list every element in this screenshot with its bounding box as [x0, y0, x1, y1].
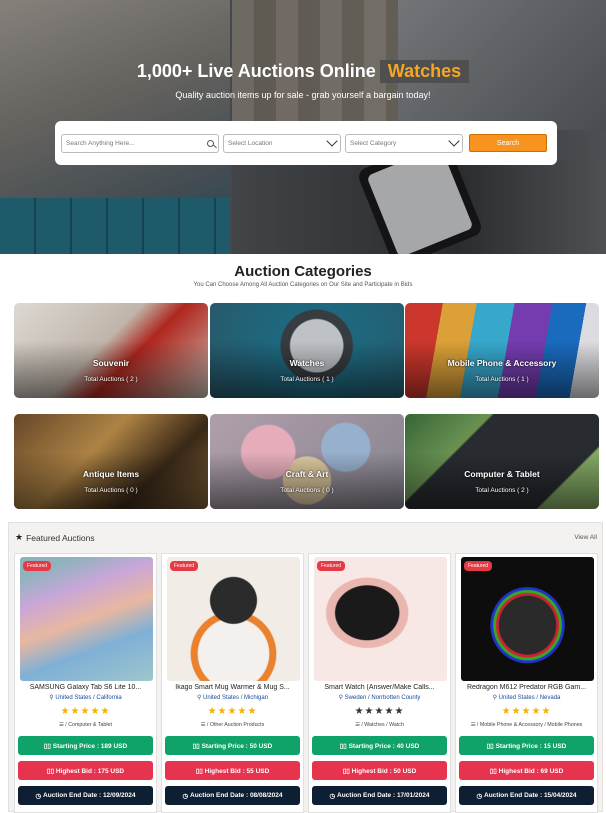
categories-title: Auction Categories	[234, 263, 372, 280]
search-button[interactable]: Search	[469, 134, 547, 152]
rating-stars: ★★★★★	[207, 706, 258, 717]
category-card-souvenir[interactable]: Souvenir Total Auctions ( 2 )	[14, 303, 208, 398]
hero-title: 1,000+ Live Auctions Online Watches	[0, 60, 606, 83]
starting-price: ▯▯ Starting Price : 50 USD	[165, 736, 300, 755]
category-name: Craft & Art	[285, 469, 329, 479]
category-card-antique[interactable]: Antique Items Total Auctions ( 0 )	[14, 414, 208, 509]
auction-card[interactable]: Featured Smart Watch (Answer/Make Calls.…	[308, 553, 451, 813]
highest-bid: ▯▯ Highest Bid : 50 USD	[312, 761, 447, 780]
featured-auctions-section: ★ Featured Auctions View All Featured SA…	[8, 522, 603, 813]
category-name: Watches	[289, 358, 325, 368]
starting-price: ▯▯ Starting Price : 40 USD	[312, 736, 447, 755]
auction-card[interactable]: Featured Redragon M612 Predator RGB Gam.…	[455, 553, 598, 813]
auction-location: ⚲ United States / Michigan	[196, 695, 269, 701]
featured-title: ★ Featured Auctions	[15, 532, 95, 543]
starting-price: ▯▯ Starting Price : 15 USD	[459, 736, 594, 755]
auction-category: ☰ / Mobile Phone & Accessory / Mobile Ph…	[470, 722, 583, 728]
auction-location: ⚲ United States / California	[49, 695, 122, 701]
highest-bid: ▯▯ Highest Bid : 69 USD	[459, 761, 594, 780]
hero-banner: 1,000+ Live Auctions Online Watches Quali…	[0, 0, 606, 254]
category-card-computer-tablet[interactable]: Computer & Tablet Total Auctions ( 2 )	[405, 414, 599, 509]
hero-rotating-word: Watches	[379, 60, 470, 83]
auction-location: ⚲ United States / Nevada	[492, 695, 561, 701]
search-icon	[207, 139, 214, 147]
featured-badge: Featured	[464, 561, 493, 571]
auction-category: ☰ / Computer & Tablet	[59, 722, 112, 728]
category-card-craft-art[interactable]: Craft & Art Total Auctions ( 0 )	[210, 414, 404, 509]
category-count: Total Auctions ( 0 )	[280, 487, 334, 494]
auction-image[interactable]: Featured	[167, 557, 300, 681]
auction-end-date: ◷ Auction End Date : 15/04/2024	[459, 786, 594, 805]
category-count: Total Auctions ( 1 )	[280, 376, 334, 383]
auction-end-date: ◷ Auction End Date : 08/08/2024	[165, 786, 300, 805]
category-name: Mobile Phone & Accessory	[447, 358, 557, 368]
auction-location: ⚲ Sweden / Norrbotten County	[338, 695, 421, 701]
auction-image[interactable]: Featured	[20, 557, 153, 681]
category-count: Total Auctions ( 0 )	[84, 487, 138, 494]
featured-badge: Featured	[23, 561, 52, 571]
search-bar: Search Anything Here... Select Location …	[55, 121, 557, 165]
auction-title[interactable]: Redragon M612 Predator RGB Gam...	[460, 684, 593, 691]
auction-end-date: ◷ Auction End Date : 12/09/2024	[18, 786, 153, 805]
category-name: Antique Items	[82, 469, 140, 479]
location-select[interactable]: Select Location	[223, 133, 341, 153]
hero-subtitle: Quality auction items up for sale - grab…	[175, 90, 431, 100]
auction-title[interactable]: Ikago Smart Mug Warmer & Mug S...	[166, 684, 299, 691]
category-count: Total Auctions ( 2 )	[475, 487, 529, 494]
rating-stars: ★★★★★	[501, 706, 552, 717]
search-input[interactable]: Search Anything Here...	[61, 133, 219, 153]
auction-image[interactable]: Featured	[461, 557, 594, 681]
category-card-mobile-phone[interactable]: Mobile Phone & Accessory Total Auctions …	[405, 303, 599, 398]
rating-stars: ★★★★★	[354, 706, 405, 717]
rating-stars: ★★★★★	[60, 706, 111, 717]
starting-price: ▯▯ Starting Price : 189 USD	[18, 736, 153, 755]
categories-subtitle: You Can Choose Among All Auction Categor…	[193, 282, 413, 288]
auction-card[interactable]: Featured Ikago Smart Mug Warmer & Mug S.…	[161, 553, 304, 813]
chevron-down-icon	[448, 135, 460, 147]
auction-image[interactable]: Featured	[314, 557, 447, 681]
category-name: Souvenir	[92, 358, 130, 368]
featured-badge: Featured	[317, 561, 346, 571]
star-icon: ★	[15, 532, 24, 542]
highest-bid: ▯▯ Highest Bid : 175 USD	[18, 761, 153, 780]
auction-category: ☰ / Watches / Watch	[355, 722, 404, 728]
category-name: Computer & Tablet	[464, 469, 540, 479]
category-count: Total Auctions ( 2 )	[84, 376, 138, 383]
auction-end-date: ◷ Auction End Date : 17/01/2024	[312, 786, 447, 805]
auction-title[interactable]: SAMSUNG Galaxy Tab S6 Lite 10...	[19, 684, 152, 691]
category-count: Total Auctions ( 1 )	[475, 376, 529, 383]
auction-card[interactable]: Featured SAMSUNG Galaxy Tab S6 Lite 10..…	[14, 553, 157, 813]
featured-badge: Featured	[170, 561, 199, 571]
category-select[interactable]: Select Category	[345, 133, 463, 153]
chevron-down-icon	[326, 135, 338, 147]
view-all-link[interactable]: View All	[574, 534, 597, 541]
category-card-watches[interactable]: Watches Total Auctions ( 1 )	[210, 303, 404, 398]
auction-title[interactable]: Smart Watch (Answer/Make Calls...	[313, 684, 446, 691]
auction-category: ☰ / Other Auction Products	[200, 722, 265, 728]
highest-bid: ▯▯ Highest Bid : 55 USD	[165, 761, 300, 780]
